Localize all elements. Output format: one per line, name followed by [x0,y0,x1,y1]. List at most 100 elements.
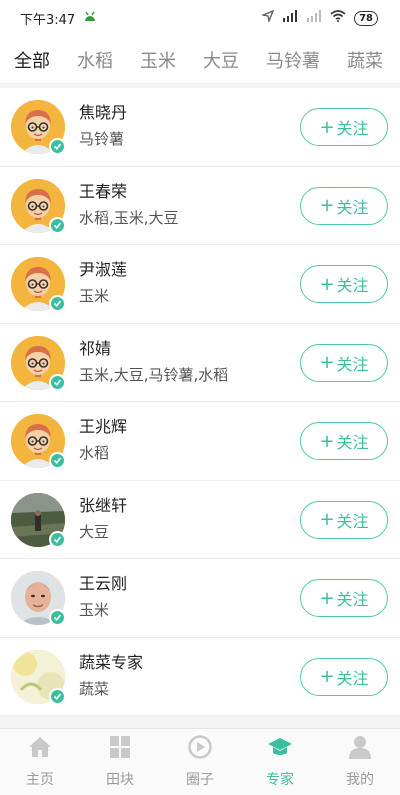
expert-name: 尹淑莲 [79,260,128,279]
expert-info: 张继轩 大豆 [79,495,127,543]
expert-row[interactable]: 尹淑莲玉米 + 关注 [0,245,400,324]
expert-crops: 马铃薯 [79,130,125,148]
tab-2[interactable]: 玉米 [140,47,176,73]
nav-item-2[interactable]: 圈子 [160,729,240,795]
follow-button[interactable]: + 关注 [300,265,388,303]
play-circle-icon [187,735,213,763]
follow-button[interactable]: + 关注 [300,186,388,225]
follow-label: 关注 [336,119,369,138]
follow-button[interactable]: + 关注 [300,343,388,382]
avatar-wrap [11,571,66,626]
avatar-wrap [11,100,66,155]
expert-list: 焦晓丹 马铃薯 + 关注 王春荣 水稻,玉米,大豆 + 关注 尹淑莲 玉米 + 关注 祁婧 玉米,大豆,马… [0,88,400,728]
nav-label: 我的 [346,772,374,788]
plus-icon: + [319,273,335,295]
nav-item-0[interactable]: 主页 [0,729,80,795]
tab-1[interactable]: 水稻 [77,47,113,73]
location-icon [260,9,275,26]
expert-badge-icon [49,687,66,705]
follow-label: 关注 [336,354,369,374]
expert-row[interactable]: 王兆辉水稻 + 关注 [0,402,400,481]
expert-name: 张继轩 [79,495,128,515]
nav-label: 专家 [266,772,294,788]
expert-badge-icon [49,295,66,312]
wifi-icon [330,10,346,26]
expert-row[interactable]: 王春荣水稻,玉米,大豆 + 关注 [0,166,400,245]
expert-row[interactable]: 王云刚 玉米 + 关注 [0,559,400,638]
expert-crops: 水稻,玉米,大豆 [79,208,179,227]
avatar-wrap [11,257,66,312]
follow-label: 关注 [336,433,369,452]
avatar-wrap [11,178,66,234]
follow-button[interactable]: + 关注 [300,422,388,460]
follow-label: 关注 [336,590,369,609]
nav-item-3[interactable]: 专家 [240,729,320,795]
expert-badge-icon [49,373,66,391]
plus-icon: + [319,116,335,138]
avatar-wrap [11,492,66,548]
follow-label: 关注 [336,511,369,531]
status-time: 下午3:47 [20,12,76,28]
expert-name: 祁婧 [79,338,112,358]
expert-row[interactable]: 蔬菜专家蔬菜 + 关注 [0,637,400,716]
avatar-wrap [11,649,66,705]
status-right: 78 [260,9,378,26]
expert-crops: 蔬菜 [79,679,110,698]
expert-info: 蔬菜专家 蔬菜 [79,652,143,700]
expert-name: 蔬菜专家 [79,652,144,672]
follow-button[interactable]: + 关注 [300,108,388,146]
expert-info: 祁婧玉米,大豆,马铃薯,水稻 [79,338,228,386]
expert-crops: 大豆 [79,522,110,541]
expert-info: 尹淑莲 玉米 [79,259,127,307]
battery-indicator: 78 [354,10,378,26]
expert-crops: 玉米,大豆,马铃薯,水稻 [79,365,229,384]
home-icon [27,735,53,763]
tab-0[interactable]: 全部 [14,47,50,73]
expert-crops: 玉米 [79,287,110,305]
expert-info: 王春荣水稻,玉米,大豆 [79,181,179,229]
plus-icon: + [319,509,335,530]
plus-icon: + [319,430,335,452]
expert-badge-icon [49,452,66,469]
android-notification-icon [83,10,97,26]
expert-badge-icon [49,530,66,548]
expert-name: 王云刚 [79,574,128,593]
nav-item-1[interactable]: 田块 [80,729,160,795]
nav-label: 主页 [26,772,54,788]
field-grid-icon [107,735,133,763]
expert-row[interactable]: 张继轩大豆 + 关注 [0,480,400,559]
tab-4[interactable]: 马铃薯 [266,47,320,73]
plus-icon: + [319,195,335,216]
expert-row[interactable]: 焦晓丹马铃薯 + 关注 [0,88,400,167]
avatar-wrap [11,414,66,469]
status-bar: 下午3:47 78 [0,0,400,36]
follow-label: 关注 [336,197,369,217]
plus-icon: + [319,352,335,373]
expert-info: 王兆辉 水稻 [79,416,127,464]
expert-name: 王兆辉 [79,417,128,436]
follow-label: 关注 [336,276,369,295]
avatar-wrap [11,335,66,391]
nav-label: 田块 [106,772,134,788]
expert-name: 王春荣 [79,181,128,201]
expert-info: 焦晓丹 马铃薯 [79,102,127,150]
expert-row[interactable]: 祁婧玉米,大豆,马铃薯,水稻 + 关注 [0,323,400,402]
user-icon [347,735,373,763]
signal-weak-icon [306,10,322,26]
status-left: 下午3:47 [20,9,97,28]
graduation-cap-icon [267,735,293,763]
expert-badge-icon [49,138,66,155]
tab-5[interactable]: 蔬菜 [347,47,383,73]
expert-badge-icon [49,216,66,234]
expert-name: 焦晓丹 [79,103,128,122]
follow-button[interactable]: + 关注 [300,579,388,617]
category-tabs: 全部 水稻 玉米 大豆 马铃薯 蔬菜 [0,36,400,84]
tab-3[interactable]: 大豆 [203,47,239,73]
expert-info: 王云刚 玉米 [79,573,127,621]
expert-badge-icon [49,609,66,626]
follow-button[interactable]: + 关注 [300,500,388,539]
nav-label: 圈子 [186,772,214,788]
expert-crops: 水稻 [79,444,110,462]
follow-button[interactable]: + 关注 [300,657,388,696]
nav-item-4[interactable]: 我的 [320,729,400,795]
